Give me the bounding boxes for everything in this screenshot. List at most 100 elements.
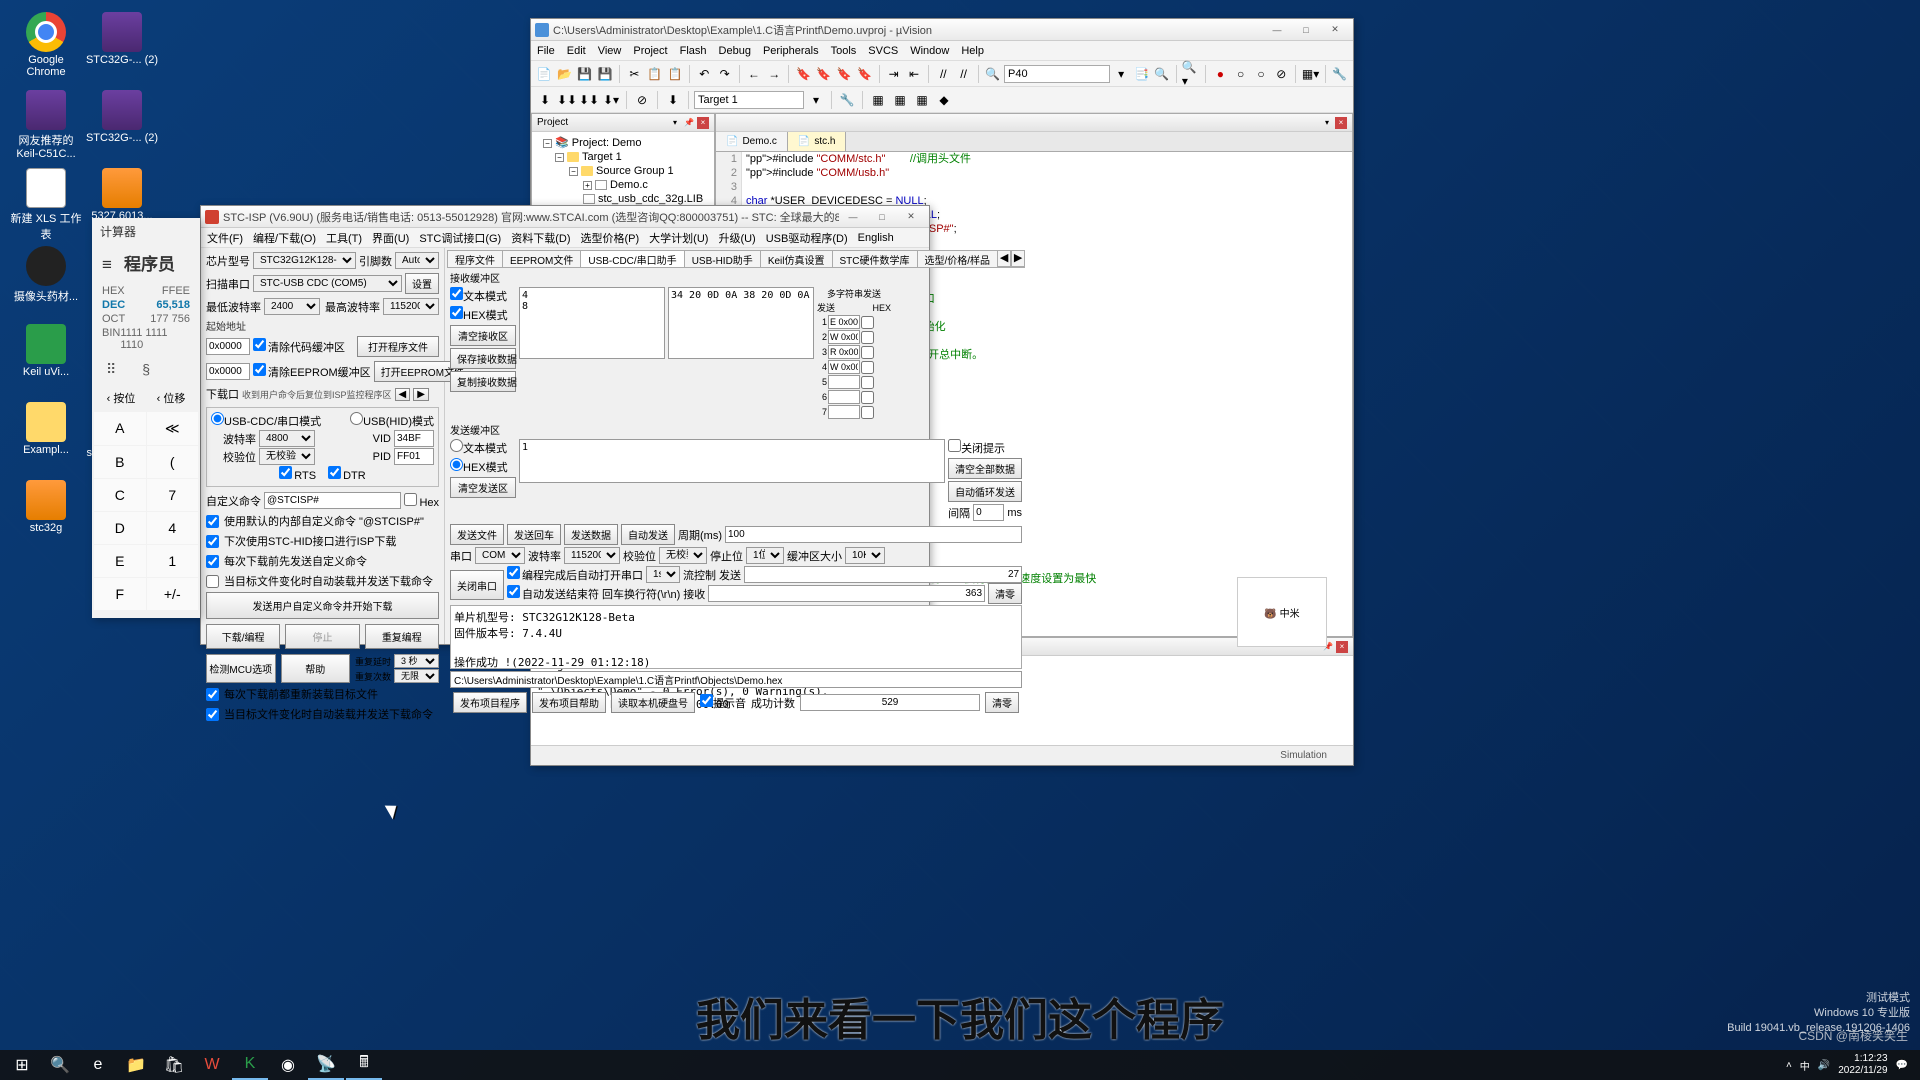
hex-checkbox[interactable] (404, 493, 417, 506)
menu-item[interactable]: English (858, 232, 894, 244)
shift-toggle[interactable]: ‹ 位移 (148, 386, 194, 410)
bookmark-icon[interactable]: 🔖 (794, 64, 812, 84)
calc-key[interactable]: B (94, 446, 146, 478)
chip-select[interactable]: STC32G12K128-Beta (253, 252, 356, 269)
clear-eeprom-checkbox[interactable] (253, 363, 266, 376)
maximize-button[interactable]: □ (1292, 21, 1320, 39)
retry-select[interactable]: 3 秒 (394, 654, 439, 668)
menu-item[interactable]: File (537, 45, 555, 57)
multisend-input[interactable] (828, 405, 860, 419)
send-file-button[interactable]: 发送文件 (450, 524, 504, 545)
menu-item[interactable]: 选型价格(P) (581, 230, 640, 246)
nav-right-button[interactable]: ▶ (413, 388, 429, 401)
calc-key[interactable]: ≪ (147, 412, 199, 445)
port-select[interactable]: STC-USB CDC (COM5) (253, 275, 402, 292)
irc-select[interactable]: Auto (395, 252, 439, 269)
manage2-icon[interactable]: ▦ (890, 90, 910, 110)
target-dropdown-icon[interactable]: ▾ (806, 90, 826, 110)
batch-build-icon[interactable]: ⬇▾ (601, 90, 621, 110)
wps-icon[interactable]: W (194, 1050, 230, 1080)
options-icon[interactable]: 🔧 (837, 90, 857, 110)
chrome-taskbar-icon[interactable]: ◉ (270, 1050, 306, 1080)
stop-build-icon[interactable]: ⊘ (632, 90, 652, 110)
desktop-icon[interactable]: 摄像头药材... (8, 242, 84, 320)
menu-item[interactable]: SVCS (868, 45, 898, 57)
hamburger-icon[interactable]: ≡ (102, 255, 116, 275)
explorer-icon[interactable]: 📁 (118, 1050, 154, 1080)
clear-code-checkbox[interactable] (253, 338, 266, 351)
stcisp-taskbar-icon[interactable]: 📡 (308, 1050, 344, 1080)
recv-hex-checkbox[interactable] (450, 306, 463, 319)
auto-loop-button[interactable]: 自动循环发送 (948, 481, 1022, 502)
find-icon[interactable]: 🔍 (984, 64, 1002, 84)
keypad-icon[interactable]: ⠿ (106, 361, 116, 378)
comment-icon[interactable]: // (934, 64, 952, 84)
vid-input[interactable] (394, 430, 434, 447)
tray-chevron-icon[interactable]: ˄ (1786, 1060, 1792, 1071)
cb4-checkbox[interactable] (206, 575, 219, 588)
recv-text-area[interactable]: 4 8 (519, 287, 665, 359)
build-icon[interactable]: ⬇ (535, 90, 555, 110)
download-icon[interactable]: ⬇ (663, 90, 683, 110)
calc-key[interactable]: E (94, 545, 146, 577)
multisend-hex-checkbox[interactable] (861, 316, 874, 329)
cut-icon[interactable]: ✂ (625, 64, 643, 84)
nav-fwd-icon[interactable]: → (765, 64, 783, 84)
notification-icon[interactable]: 💬 (1896, 1060, 1908, 1071)
breakpoint-icon[interactable]: ○ (1232, 64, 1250, 84)
menu-item[interactable]: Debug (719, 45, 751, 57)
multisend-input[interactable] (828, 345, 860, 359)
radix-row[interactable]: HEXFFEE (102, 285, 190, 297)
pid-input[interactable] (394, 448, 434, 465)
close-button[interactable]: ✕ (1321, 21, 1349, 39)
calc-taskbar-icon[interactable]: 🖩 (346, 1050, 382, 1080)
incremental-icon[interactable]: 🔍 (1153, 64, 1171, 84)
menu-item[interactable]: Window (910, 45, 949, 57)
isp-tab[interactable]: 程序文件 (447, 250, 503, 267)
recv-hex-area[interactable]: 34 20 0D 0A 38 20 0D 0A (668, 287, 814, 359)
window-icon[interactable]: ▦▾ (1301, 64, 1319, 84)
find-next-icon[interactable]: ▾ (1112, 64, 1130, 84)
menu-item[interactable]: 界面(U) (372, 230, 409, 246)
bookmark-clear-icon[interactable]: 🔖 (855, 64, 873, 84)
tray-ime-icon[interactable]: 中 (1800, 1058, 1810, 1073)
dtr-checkbox[interactable] (328, 466, 341, 479)
isp-tab[interactable]: Keil仿真设置 (760, 250, 833, 267)
menu-item[interactable]: STC调试接口(G) (419, 230, 501, 246)
open-eeprom-button[interactable]: 打开EEPROM文件 (374, 361, 456, 382)
editor-tab[interactable]: 📄Demo.c (716, 132, 788, 151)
baud-select[interactable]: 4800 (259, 430, 315, 447)
nav-back-icon[interactable]: ← (745, 64, 763, 84)
calc-key[interactable]: A (94, 412, 146, 445)
help-button[interactable]: 帮助 (281, 654, 351, 683)
usb-cdc-radio[interactable] (211, 412, 224, 425)
bufsize-select[interactable]: 10K (845, 547, 885, 564)
radix-row[interactable]: DEC65,518 (102, 299, 190, 311)
auto-open-checkbox[interactable] (507, 566, 520, 579)
rts-checkbox[interactable] (279, 466, 292, 479)
cb2-checkbox[interactable] (206, 535, 219, 548)
stcisp-titlebar[interactable]: STC-ISP (V6.90U) (服务电话/销售电话: 0513-550129… (201, 206, 929, 228)
read-hdd-button[interactable]: 读取本机硬盘号 (611, 692, 695, 713)
search-input[interactable] (1004, 65, 1110, 83)
keil-taskbar-icon[interactable]: K (232, 1050, 268, 1080)
multisend-input[interactable] (828, 390, 860, 404)
cb1-checkbox[interactable] (206, 515, 219, 528)
menu-item[interactable]: Peripherals (763, 45, 819, 57)
menu-item[interactable]: Tools (831, 45, 857, 57)
hint-checkbox[interactable] (700, 694, 713, 707)
multisend-input[interactable] (828, 315, 860, 329)
desktop-icon[interactable]: Exampl... (8, 398, 84, 476)
pane-menu-icon[interactable]: ▾ (669, 117, 681, 129)
publish-help-button[interactable]: 发布项目帮助 (532, 692, 606, 713)
menu-item[interactable]: Edit (567, 45, 586, 57)
manage3-icon[interactable]: ▦ (912, 90, 932, 110)
auto-send-button[interactable]: 自动发送 (621, 524, 675, 545)
editor-menu-icon[interactable]: ▾ (1321, 117, 1333, 129)
manage4-icon[interactable]: ◆ (934, 90, 954, 110)
menu-item[interactable]: 工具(T) (326, 230, 362, 246)
menu-item[interactable]: Flash (680, 45, 707, 57)
send-text-radio[interactable] (450, 439, 463, 452)
multisend-hex-checkbox[interactable] (861, 331, 874, 344)
auto-crlf-checkbox[interactable] (507, 585, 520, 598)
